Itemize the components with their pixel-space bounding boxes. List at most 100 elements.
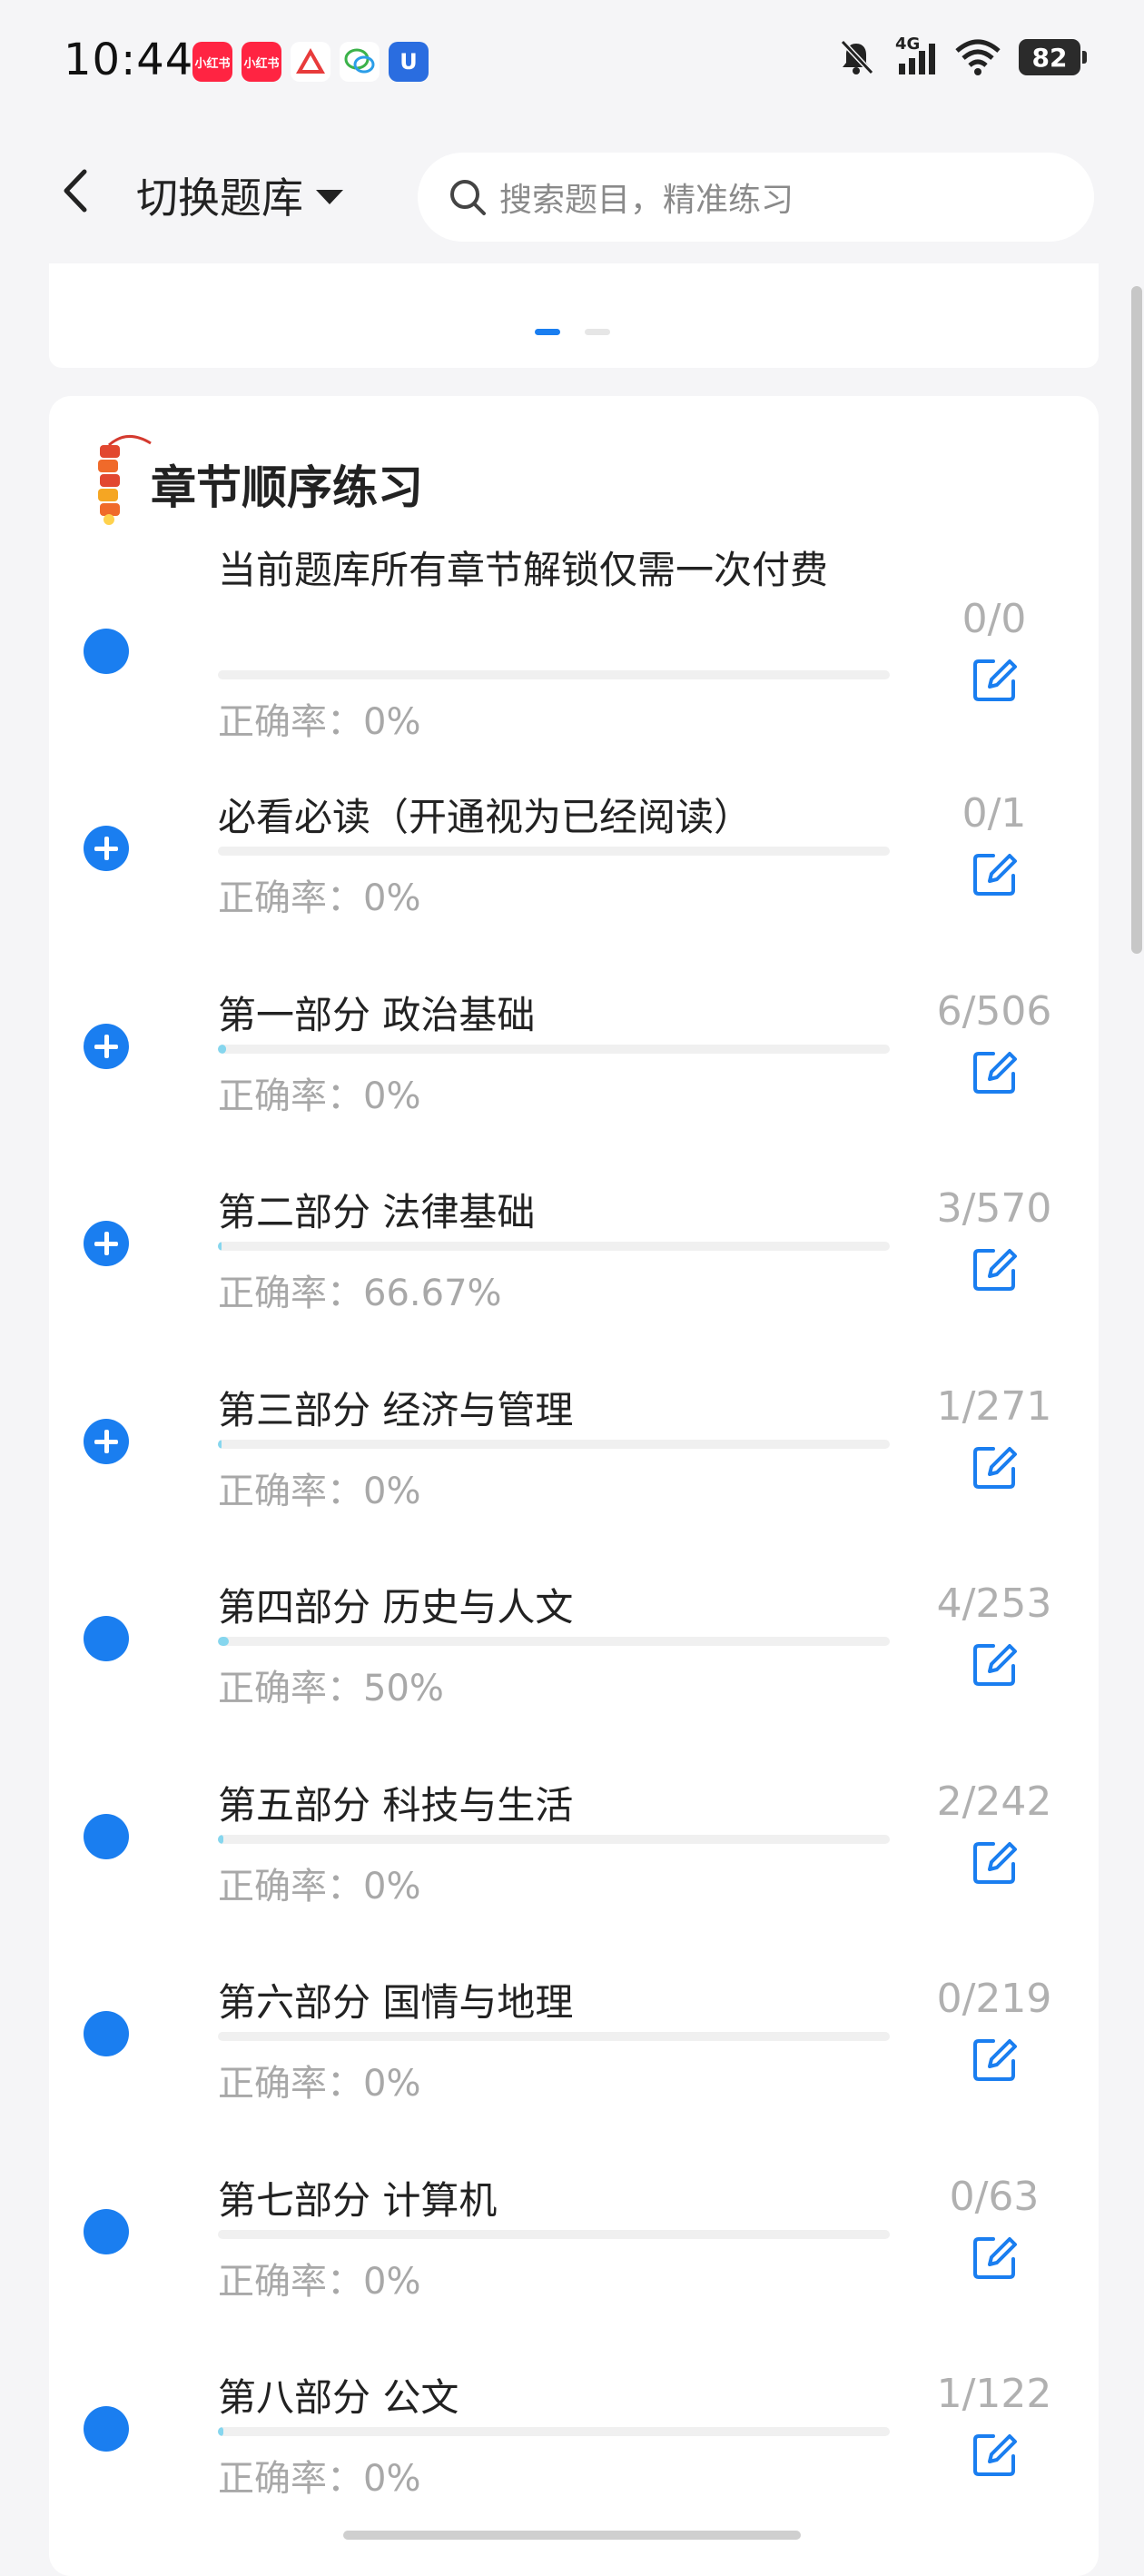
- chapter-dot-icon: [84, 629, 129, 674]
- edit-practice-icon[interactable]: [971, 1640, 1019, 1688]
- carousel-dot-active[interactable]: [535, 329, 560, 335]
- chapter-title[interactable]: 第四部分 历史与人文: [218, 1582, 890, 1633]
- search-input[interactable]: 搜索题目，精准练习: [418, 153, 1094, 242]
- search-icon: [450, 180, 486, 215]
- accuracy-text: 正确率：0%: [218, 868, 420, 921]
- edit-practice-icon[interactable]: [971, 1838, 1019, 1886]
- accuracy-value: 66.67%: [363, 1273, 502, 1314]
- chapter-dot-icon: [84, 2011, 129, 2056]
- edit-practice-icon[interactable]: [971, 1245, 1019, 1293]
- scrollbar[interactable]: [1131, 286, 1142, 954]
- chapter-dot-icon: [84, 1616, 129, 1661]
- accuracy-value: 0%: [363, 2458, 421, 2500]
- progress-bar: [218, 1440, 890, 1449]
- question-count: 4/253: [936, 1580, 1052, 1627]
- cellular-signal-icon: 4G: [892, 35, 937, 76]
- chapter-title[interactable]: 第六部分 国情与地理: [218, 1977, 890, 2028]
- switch-question-bank-label: 切换题库: [136, 173, 303, 223]
- accuracy-label: 正确率：: [218, 1471, 363, 1512]
- accuracy-value: 0%: [363, 1866, 421, 1907]
- accuracy-label: 正确率：: [218, 2458, 363, 2500]
- edit-practice-icon[interactable]: [971, 2431, 1019, 2478]
- section-title: 章节顺序练习: [151, 461, 423, 514]
- edit-practice-icon[interactable]: [971, 1048, 1019, 1095]
- back-button[interactable]: [47, 163, 102, 218]
- progress-bar: [218, 2032, 890, 2041]
- edit-practice-icon[interactable]: [971, 850, 1019, 897]
- progress-bar: [218, 1045, 890, 1054]
- expand-plus-icon[interactable]: [84, 1024, 129, 1069]
- expand-plus-icon[interactable]: [84, 826, 129, 871]
- accuracy-value: 0%: [363, 877, 421, 919]
- accuracy-value: 0%: [363, 2063, 421, 2105]
- chapter-practice-card: [49, 396, 1099, 2576]
- accuracy-value: 0%: [363, 2261, 421, 2303]
- chapter-title[interactable]: 第七部分 计算机: [218, 2175, 890, 2226]
- progress-fill: [218, 1440, 222, 1449]
- question-count: 0/1: [962, 790, 1027, 837]
- chapter-dot-icon: [84, 2209, 129, 2254]
- question-count: 6/506: [936, 988, 1052, 1035]
- search-placeholder: 搜索题目，精准练习: [499, 182, 794, 219]
- progress-bar: [218, 2230, 890, 2239]
- battery-indicator: 82: [1019, 39, 1087, 75]
- chapter-title[interactable]: 第三部分 经济与管理: [218, 1385, 890, 1436]
- system-icons: 4G 82: [837, 35, 1087, 76]
- chapter-title[interactable]: 必看必读（开通视为已经阅读）: [218, 792, 890, 843]
- question-count: 0/63: [949, 2174, 1040, 2220]
- progress-fill: [218, 2427, 223, 2436]
- carousel-dot[interactable]: [585, 329, 610, 335]
- accuracy-text: 正确率：0%: [218, 2054, 420, 2106]
- accuracy-label: 正确率：: [218, 2063, 363, 2105]
- question-count: 0/219: [936, 1976, 1052, 2022]
- progress-bar: [218, 1835, 890, 1844]
- accuracy-text: 正确率：0%: [218, 2252, 420, 2304]
- wifi-icon: [955, 39, 1001, 75]
- chapter-dot-icon: [84, 2406, 129, 2452]
- question-count: 1/122: [936, 2371, 1052, 2417]
- expand-plus-icon[interactable]: [84, 1419, 129, 1464]
- progress-fill: [218, 1045, 226, 1054]
- accuracy-value: 0%: [363, 701, 421, 743]
- home-indicator[interactable]: [343, 2531, 801, 2540]
- edit-practice-icon[interactable]: [971, 656, 1019, 703]
- progress-fill: [218, 1637, 229, 1646]
- status-bar: 10:44 小红书 小红书 U 4G 82: [0, 0, 1144, 127]
- section-header: 章节顺序练习: [102, 443, 423, 525]
- caret-down-icon: [316, 190, 343, 204]
- switch-question-bank-button[interactable]: 切换题库: [136, 163, 343, 227]
- xiaohongshu-app-icon: 小红书: [242, 42, 281, 82]
- triangle-app-icon: [291, 42, 330, 82]
- accuracy-text: 正确率：0%: [218, 1857, 420, 1909]
- accuracy-value: 50%: [363, 1668, 444, 1709]
- edit-practice-icon[interactable]: [971, 2036, 1019, 2083]
- xiaohongshu-app-icon: 小红书: [192, 42, 232, 82]
- expand-plus-icon[interactable]: [84, 1221, 129, 1266]
- accuracy-value: 0%: [363, 1075, 421, 1117]
- accuracy-value: 0%: [363, 1471, 421, 1512]
- progress-bar: [218, 2427, 890, 2436]
- chapter-title[interactable]: 第一部分 政治基础: [218, 990, 890, 1041]
- progress-bar: [218, 670, 890, 679]
- chapter-title[interactable]: 第八部分 公文: [218, 2373, 890, 2423]
- accuracy-text: 正确率：0%: [218, 1461, 420, 1514]
- edit-practice-icon[interactable]: [971, 1443, 1019, 1491]
- accuracy-text: 正确率：66.67%: [218, 1263, 502, 1316]
- accuracy-label: 正确率：: [218, 2261, 363, 2303]
- progress-fill: [218, 1242, 222, 1251]
- accuracy-label: 正确率：: [218, 1866, 363, 1907]
- accuracy-label: 正确率：: [218, 1273, 363, 1314]
- chat-app-icon: [340, 42, 380, 82]
- chapter-title[interactable]: 第二部分 法律基础: [218, 1187, 890, 1238]
- progress-bar: [218, 1637, 890, 1646]
- progress-bar: [218, 1242, 890, 1251]
- banner-carousel[interactable]: [49, 263, 1099, 368]
- edit-practice-icon[interactable]: [971, 2234, 1019, 2281]
- chapter-title[interactable]: 当前题库所有章节解锁仅需一次付费: [218, 545, 890, 596]
- accuracy-label: 正确率：: [218, 1668, 363, 1709]
- chapter-title[interactable]: 第五部分 科技与生活: [218, 1780, 890, 1831]
- status-time: 10:44: [64, 35, 194, 85]
- accuracy-label: 正确率：: [218, 1075, 363, 1117]
- progress-fill: [218, 1835, 223, 1844]
- top-bar: 切换题库 搜索题目，精准练习: [0, 136, 1144, 263]
